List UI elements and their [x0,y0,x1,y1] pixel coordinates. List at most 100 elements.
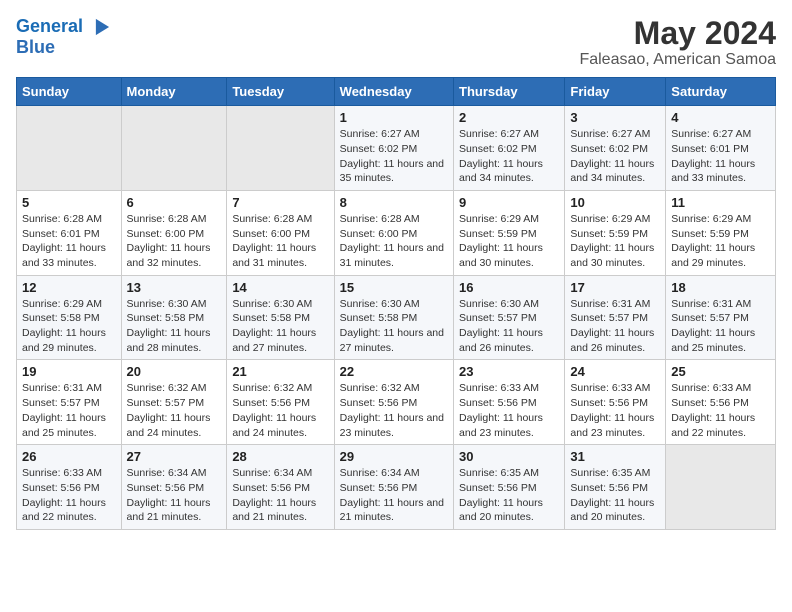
day-number: 6 [127,195,222,210]
day-header-friday: Friday [565,78,666,106]
calendar-cell: 4 Sunrise: 6:27 AMSunset: 6:01 PMDaylight… [666,106,776,191]
day-info: Sunrise: 6:27 AMSunset: 6:02 PMDaylight:… [459,127,559,186]
day-info: Sunrise: 6:29 AMSunset: 5:58 PMDaylight:… [22,297,116,356]
day-number: 5 [22,195,116,210]
calendar-cell [227,106,334,191]
day-info: Sunrise: 6:35 AMSunset: 5:56 PMDaylight:… [459,466,559,525]
day-info: Sunrise: 6:29 AMSunset: 5:59 PMDaylight:… [459,212,559,271]
logo-text2: Blue [16,38,112,58]
day-number: 2 [459,110,559,125]
logo: General Blue [16,16,112,58]
day-number: 4 [671,110,770,125]
calendar-cell: 19 Sunrise: 6:31 AMSunset: 5:57 PMDayligh… [17,360,122,445]
day-header-monday: Monday [121,78,227,106]
calendar-cell: 28 Sunrise: 6:34 AMSunset: 5:56 PMDayligh… [227,445,334,530]
calendar-cell: 7 Sunrise: 6:28 AMSunset: 6:00 PMDaylight… [227,190,334,275]
calendar-header-row: SundayMondayTuesdayWednesdayThursdayFrid… [17,78,776,106]
day-info: Sunrise: 6:28 AMSunset: 6:00 PMDaylight:… [127,212,222,271]
calendar-cell: 3Sunrise: 6:27 AMSunset: 6:02 PMDaylight… [565,106,666,191]
day-info: Sunrise: 6:28 AMSunset: 6:00 PMDaylight:… [232,212,328,271]
page-header: General Blue May 2024 Faleasao, American… [16,16,776,69]
day-info: Sunrise: 6:34 AMSunset: 5:56 PMDaylight:… [232,466,328,525]
day-info: Sunrise: 6:30 AMSunset: 5:58 PMDaylight:… [340,297,448,356]
day-number: 22 [340,364,448,379]
calendar-cell: 25 Sunrise: 6:33 AMSunset: 5:56 PMDayligh… [666,360,776,445]
day-number: 23 [459,364,559,379]
calendar-cell [17,106,122,191]
day-info: Sunrise: 6:32 AMSunset: 5:57 PMDaylight:… [127,381,222,440]
day-header-sunday: Sunday [17,78,122,106]
calendar-cell: 13Sunrise: 6:30 AMSunset: 5:58 PMDayligh… [121,275,227,360]
calendar-week-2: 5 Sunrise: 6:28 AMSunset: 6:01 PMDaylight… [17,190,776,275]
calendar-cell: 15Sunrise: 6:30 AMSunset: 5:58 PMDayligh… [334,275,453,360]
day-header-tuesday: Tuesday [227,78,334,106]
calendar-cell: 8Sunrise: 6:28 AMSunset: 6:00 PMDaylight… [334,190,453,275]
day-info: Sunrise: 6:31 AMSunset: 5:57 PMDaylight:… [671,297,770,356]
calendar-week-3: 12Sunrise: 6:29 AMSunset: 5:58 PMDayligh… [17,275,776,360]
day-info: Sunrise: 6:35 AMSunset: 5:56 PMDaylight:… [570,466,660,525]
day-info: Sunrise: 6:30 AMSunset: 5:57 PMDaylight:… [459,297,559,356]
day-number: 11 [671,195,770,210]
day-info: Sunrise: 6:27 AMSunset: 6:02 PMDaylight:… [340,127,448,186]
calendar-cell: 6 Sunrise: 6:28 AMSunset: 6:00 PMDaylight… [121,190,227,275]
calendar-week-4: 19 Sunrise: 6:31 AMSunset: 5:57 PMDayligh… [17,360,776,445]
day-info: Sunrise: 6:31 AMSunset: 5:57 PMDaylight:… [22,381,116,440]
day-info: Sunrise: 6:33 AMSunset: 5:56 PMDaylight:… [22,466,116,525]
calendar-cell: 31 Sunrise: 6:35 AMSunset: 5:56 PMDayligh… [565,445,666,530]
day-info: Sunrise: 6:32 AMSunset: 5:56 PMDaylight:… [340,381,448,440]
day-number: 10 [570,195,660,210]
day-number: 7 [232,195,328,210]
calendar-cell: 16 Sunrise: 6:30 AMSunset: 5:57 PMDayligh… [454,275,565,360]
day-info: Sunrise: 6:34 AMSunset: 5:56 PMDaylight:… [340,466,448,525]
calendar-cell: 29 Sunrise: 6:34 AMSunset: 5:56 PMDayligh… [334,445,453,530]
day-info: Sunrise: 6:27 AMSunset: 6:01 PMDaylight:… [671,127,770,186]
day-number: 31 [570,449,660,464]
calendar-cell: 11 Sunrise: 6:29 AMSunset: 5:59 PMDayligh… [666,190,776,275]
day-number: 28 [232,449,328,464]
day-header-saturday: Saturday [666,78,776,106]
day-number: 24 [570,364,660,379]
calendar-cell: 24 Sunrise: 6:33 AMSunset: 5:56 PMDayligh… [565,360,666,445]
calendar-week-5: 26 Sunrise: 6:33 AMSunset: 5:56 PMDayligh… [17,445,776,530]
day-info: Sunrise: 6:30 AMSunset: 5:58 PMDaylight:… [232,297,328,356]
day-number: 26 [22,449,116,464]
day-number: 16 [459,280,559,295]
day-number: 21 [232,364,328,379]
day-number: 29 [340,449,448,464]
day-number: 19 [22,364,116,379]
day-info: Sunrise: 6:30 AMSunset: 5:58 PMDaylight:… [127,297,222,356]
calendar-cell: 21 Sunrise: 6:32 AMSunset: 5:56 PMDayligh… [227,360,334,445]
calendar-cell [666,445,776,530]
day-header-wednesday: Wednesday [334,78,453,106]
subtitle: Faleasao, American Samoa [579,51,776,69]
calendar-cell: 18 Sunrise: 6:31 AMSunset: 5:57 PMDayligh… [666,275,776,360]
day-info: Sunrise: 6:28 AMSunset: 6:00 PMDaylight:… [340,212,448,271]
day-info: Sunrise: 6:32 AMSunset: 5:56 PMDaylight:… [232,381,328,440]
calendar-cell: 23 Sunrise: 6:33 AMSunset: 5:56 PMDayligh… [454,360,565,445]
calendar-cell: 27Sunrise: 6:34 AMSunset: 5:56 PMDayligh… [121,445,227,530]
calendar-cell: 20Sunrise: 6:32 AMSunset: 5:57 PMDayligh… [121,360,227,445]
calendar-week-1: 1 Sunrise: 6:27 AMSunset: 6:02 PMDaylight… [17,106,776,191]
day-number: 14 [232,280,328,295]
day-info: Sunrise: 6:29 AMSunset: 5:59 PMDaylight:… [570,212,660,271]
day-number: 18 [671,280,770,295]
day-number: 1 [340,110,448,125]
day-info: Sunrise: 6:33 AMSunset: 5:56 PMDaylight:… [570,381,660,440]
day-info: Sunrise: 6:27 AMSunset: 6:02 PMDaylight:… [570,127,660,186]
day-info: Sunrise: 6:33 AMSunset: 5:56 PMDaylight:… [671,381,770,440]
calendar-cell: 17Sunrise: 6:31 AMSunset: 5:57 PMDayligh… [565,275,666,360]
logo-text: General [16,16,112,38]
calendar-cell: 1 Sunrise: 6:27 AMSunset: 6:02 PMDaylight… [334,106,453,191]
calendar-cell: 5 Sunrise: 6:28 AMSunset: 6:01 PMDaylight… [17,190,122,275]
day-info: Sunrise: 6:29 AMSunset: 5:59 PMDaylight:… [671,212,770,271]
day-info: Sunrise: 6:34 AMSunset: 5:56 PMDaylight:… [127,466,222,525]
day-number: 17 [570,280,660,295]
calendar-cell: 30 Sunrise: 6:35 AMSunset: 5:56 PMDayligh… [454,445,565,530]
calendar-cell: 2 Sunrise: 6:27 AMSunset: 6:02 PMDaylight… [454,106,565,191]
day-header-thursday: Thursday [454,78,565,106]
day-info: Sunrise: 6:28 AMSunset: 6:01 PMDaylight:… [22,212,116,271]
day-number: 25 [671,364,770,379]
day-number: 30 [459,449,559,464]
calendar-table: SundayMondayTuesdayWednesdayThursdayFrid… [16,77,776,530]
day-info: Sunrise: 6:33 AMSunset: 5:56 PMDaylight:… [459,381,559,440]
